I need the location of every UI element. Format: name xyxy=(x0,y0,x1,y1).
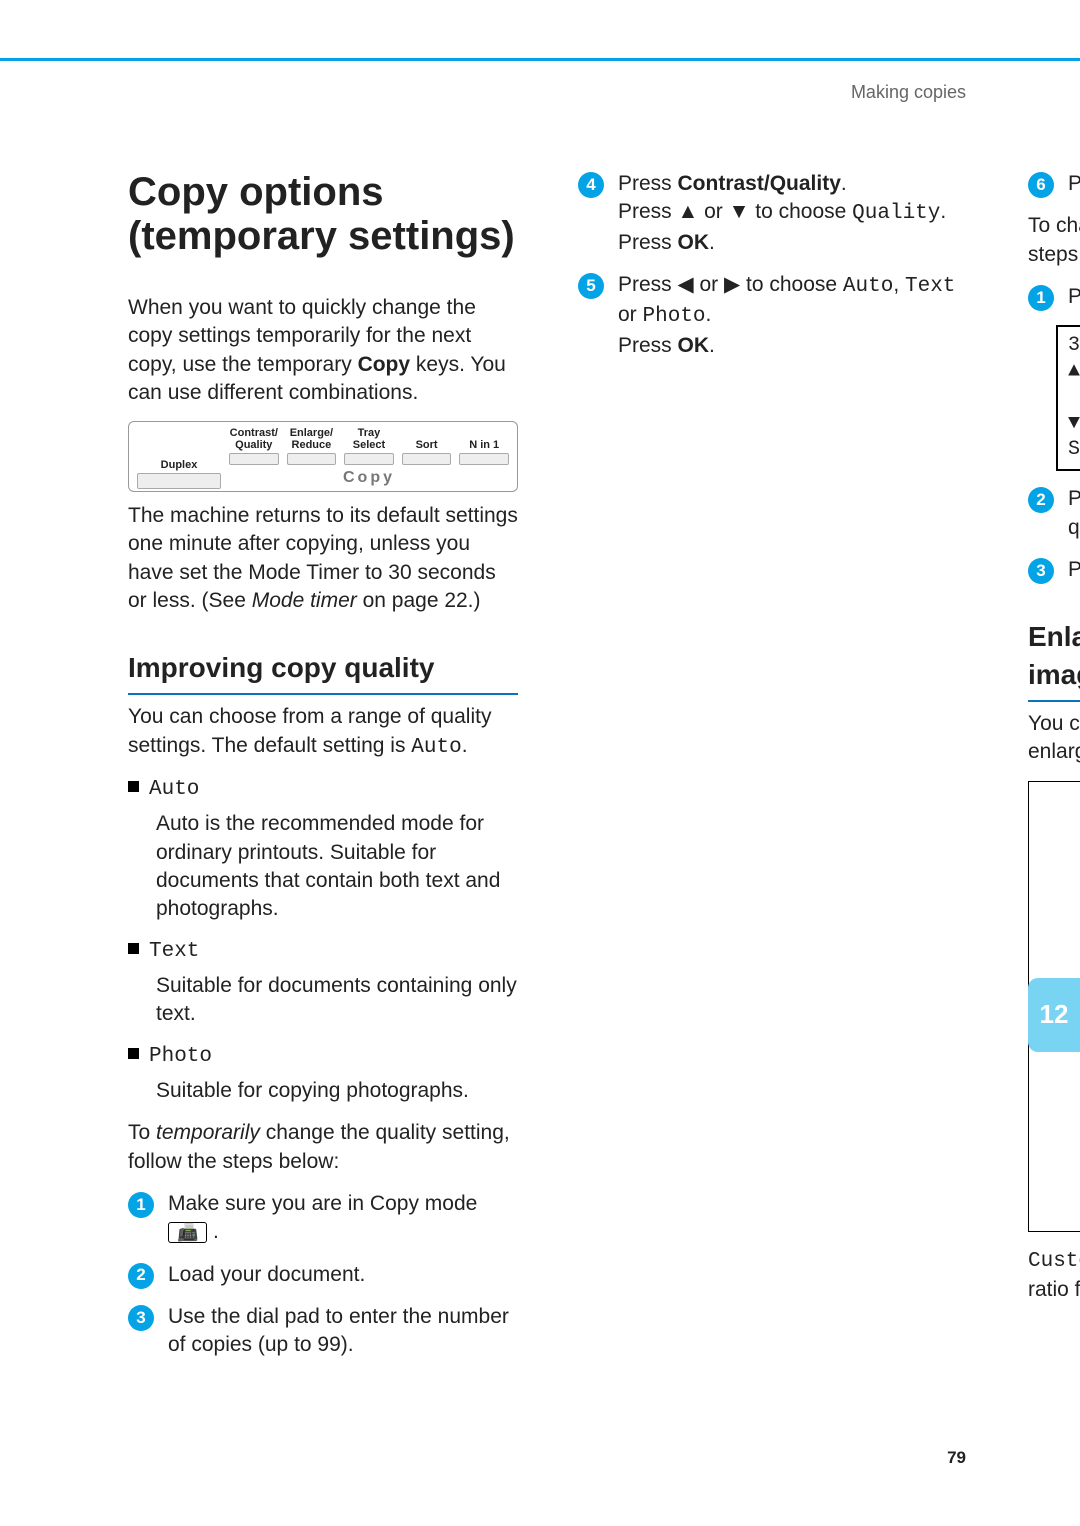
step-badge-icon: 4 xyxy=(578,172,604,198)
text-bold: Contrast/Quality xyxy=(678,172,841,195)
running-header: Making copies xyxy=(851,80,966,104)
key-label: Sort xyxy=(416,439,438,451)
bullet-desc: Auto is the recommended mode for ordinar… xyxy=(156,810,518,923)
text: , xyxy=(893,273,905,296)
step-1: 1 Make sure you are in Copy mode 📠 . xyxy=(128,1190,518,1247)
text: Press ▲ or ▼ to choose xyxy=(618,200,852,223)
text: Make sure you are in Copy mode xyxy=(168,1192,477,1215)
lcd-display: 31.Quality ▲ Auto Text ▼ Photo Select ▲▼… xyxy=(1056,325,1080,471)
text-mono: Quality xyxy=(852,202,940,225)
text: . xyxy=(709,231,715,254)
text: Press xyxy=(1037,786,1080,812)
text: Press xyxy=(618,334,678,357)
text: Press xyxy=(618,172,678,195)
default-intro: To change the default setting, follow th… xyxy=(1028,212,1080,269)
square-bullet-icon xyxy=(128,1048,139,1059)
default-step-3: 3 Press Stop/Exit. xyxy=(1028,556,1080,584)
step-badge-icon: 5 xyxy=(578,273,604,299)
text: Load your document. xyxy=(168,1261,518,1289)
text-bold: OK xyxy=(678,231,710,254)
text-italic: temporarily xyxy=(156,1121,260,1144)
text: . xyxy=(709,334,715,357)
step-5: 5 Press ◀ or ▶ to choose Auto, Text or P… xyxy=(578,271,968,360)
text-mono: Custom(25-400%) xyxy=(1028,1250,1080,1273)
key-label: Tray Select xyxy=(353,427,385,451)
page-number: 79 xyxy=(947,1447,966,1470)
text-mono: Text xyxy=(905,275,955,298)
text-italic: Mode timer xyxy=(252,589,357,612)
improve-intro: You can choose from a range of quality s… xyxy=(128,703,518,762)
bullet-desc: Suitable for documents containing only t… xyxy=(156,972,518,1029)
panel-caption: Copy xyxy=(229,467,509,489)
text-bold: Copy xyxy=(358,353,411,376)
step-badge-icon: 3 xyxy=(128,1305,154,1331)
text: Press ▲ or ▼ to choose the copy quality.… xyxy=(1068,487,1080,538)
copy-mode-key-icon: 📠 xyxy=(168,1222,207,1243)
step-badge-icon: 3 xyxy=(1028,558,1054,584)
page-rule xyxy=(0,58,1080,61)
text: on page 22.) xyxy=(357,589,481,612)
square-bullet-icon xyxy=(128,781,139,792)
text: . xyxy=(462,734,468,757)
heading-enlarging: Enlarging or reducing the image copied xyxy=(1028,618,1080,702)
text: To change the xyxy=(1028,214,1080,237)
key-label: Duplex xyxy=(161,459,198,471)
enlarge-reduce-label: Enlarge/ Reduce xyxy=(1037,821,1080,853)
step-badge-icon: 2 xyxy=(128,1263,154,1289)
text: Press xyxy=(1068,285,1080,308)
text: Press xyxy=(618,231,678,254)
text: . xyxy=(706,303,712,326)
text: . xyxy=(841,172,847,195)
default-step-1: 1 Press Menu, 3, 1. xyxy=(1028,283,1080,311)
temporary-intro: To temporarily change the quality settin… xyxy=(128,1119,518,1176)
step-badge-icon: 1 xyxy=(1028,285,1054,311)
intro-paragraph-2: The machine returns to its default setti… xyxy=(128,502,518,615)
custom-ratio-note: Custom(25-400%) allows you to enter a ra… xyxy=(1028,1246,1080,1307)
bullet-photo: Photo xyxy=(128,1043,518,1071)
text: Press xyxy=(1068,172,1080,195)
text-mono: Photo xyxy=(643,305,706,328)
bullet-label: Auto xyxy=(149,776,199,804)
intro-paragraph-1: When you want to quickly change the copy… xyxy=(128,294,518,407)
text: Press xyxy=(1068,558,1080,581)
step-badge-icon: 6 xyxy=(1028,172,1054,198)
bullet-auto: Auto xyxy=(128,776,518,804)
heading-improving-quality: Improving copy quality xyxy=(128,649,518,695)
copy-keys-illustration: Duplex Contrast/ Quality Enlarge/ Reduce… xyxy=(128,421,518,492)
text: Press ◀ or ▶ to choose xyxy=(618,273,843,296)
key-label: Enlarge/ Reduce xyxy=(290,427,333,451)
text: Use the dial pad to enter the number of … xyxy=(168,1303,518,1360)
text: To xyxy=(128,1121,156,1144)
magnifier-icon: ⌕ xyxy=(1037,854,1080,900)
chapter-tab: 12 xyxy=(1028,978,1080,1052)
default-step-2: 2 Press ▲ or ▼ to choose the copy qualit… xyxy=(1028,485,1080,542)
key-label: N in 1 xyxy=(469,439,499,451)
bullet-label: Photo xyxy=(149,1043,212,1071)
text: or xyxy=(618,303,643,326)
text: . xyxy=(940,200,946,223)
key-label: Contrast/ Quality xyxy=(230,427,278,451)
text-mono: Auto xyxy=(843,275,893,298)
step-4: 4 Press Contrast/Quality. Press ▲ or ▼ t… xyxy=(578,170,968,257)
step-badge-icon: 2 xyxy=(1028,487,1054,513)
step-badge-icon: 1 xyxy=(128,1192,154,1218)
step-2: 2 Load your document. xyxy=(128,1261,518,1289)
step-6: 6 Press Black Start or Color Start. xyxy=(1028,170,1080,198)
text-bold: OK xyxy=(678,334,710,357)
step-3: 3 Use the dial pad to enter the number o… xyxy=(128,1303,518,1360)
bullet-text: Text xyxy=(128,938,518,966)
bullet-label: Text xyxy=(149,938,199,966)
text-mono: Auto xyxy=(411,736,461,759)
enlarge-intro: You can choose the following enlargement… xyxy=(1028,710,1080,767)
page-title: Copy options (temporary settings) xyxy=(128,170,518,258)
bullet-desc: Suitable for copying photographs. xyxy=(156,1077,518,1105)
square-bullet-icon xyxy=(128,943,139,954)
